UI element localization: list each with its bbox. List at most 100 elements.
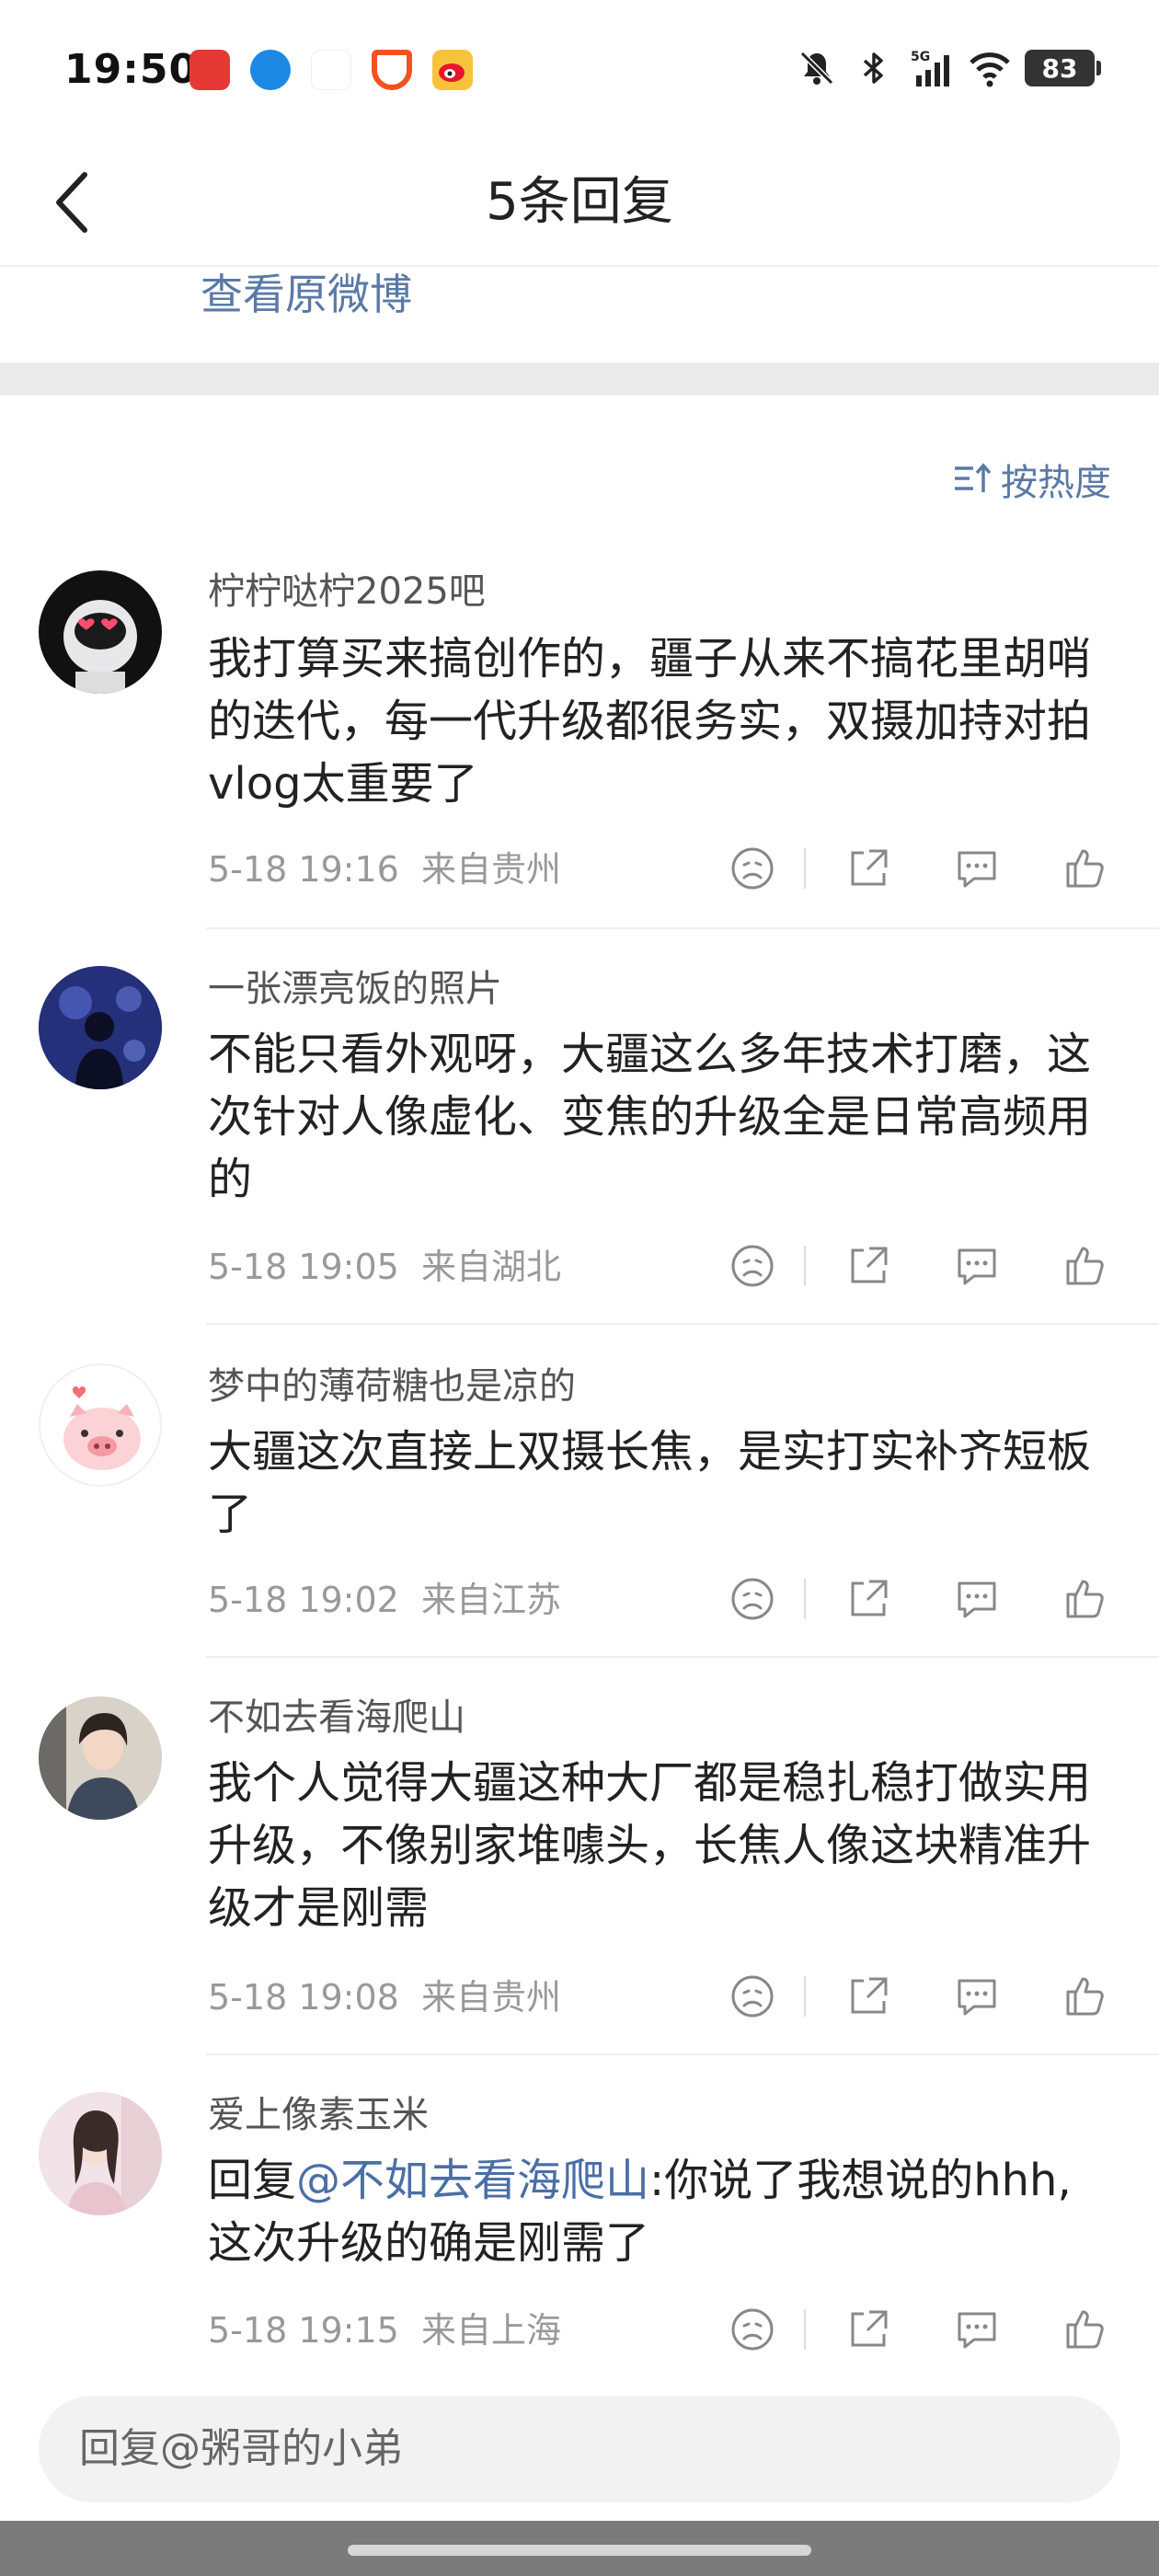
action-separator [804,1246,806,1286]
frown-face-icon [731,1975,774,2018]
thumbs-up-icon [1066,1580,1104,1618]
comment-text: 不能只看外观呀，大疆这么多年技术打磨，这次针对人像虚化、变焦的升级全是日常高频用… [208,1029,1092,1205]
comment-username[interactable]: 柠柠哒柠2025吧 [208,569,486,615]
like-button[interactable] [1060,843,1111,894]
share-button[interactable] [843,2304,894,2355]
comment-bubble-icon [958,1248,996,1285]
reply-input[interactable]: 回复@粥哥的小弟 [39,2396,1120,2502]
like-button[interactable] [1060,1573,1111,1625]
share-icon [851,849,888,886]
sort-icon [955,463,992,492]
thumbs-up-icon [1066,2310,1104,2349]
status-bar: 19:50 5G 83 [0,0,1159,138]
dislike-button[interactable] [727,843,778,894]
comment-text: 回复@不如去看海爬山:你说了我想说的hhh,这次升级的确是刚需了 [208,2149,1109,2274]
reply-prefix: 回复 [208,2155,297,2206]
comment-actions [727,1573,1111,1625]
share-button[interactable] [843,1573,894,1625]
frown-face-icon [731,1578,774,1620]
frown-face-icon [731,847,774,890]
like-button[interactable] [1060,1240,1111,1292]
comment-username[interactable]: 不如去看海爬山 [208,1695,465,1741]
svg-text:5G: 5G [911,50,930,64]
comment-actions [727,843,1111,894]
comment-divider [206,927,1159,929]
avatar[interactable] [39,1696,162,1820]
wifi-icon [968,48,1010,88]
comment-bubble-icon [958,1979,996,2016]
comment-location: 来自湖北 [421,1247,562,1287]
avatar[interactable] [39,966,162,1089]
battery-indicator: 83 [1025,50,1101,86]
app-blue-icon [250,50,291,90]
5g-signal-icon: 5G [911,48,951,88]
thumbs-up-icon [1066,849,1104,888]
comment-username[interactable]: 爱上像素玉米 [208,2092,429,2138]
mention-link[interactable]: @不如去看海爬山 [296,2155,649,2206]
comment-time: 5-18 19:05 [208,1247,399,1287]
comment-bubble-icon [958,1581,996,1618]
comment-divider [206,2053,1159,2055]
share-button[interactable] [843,1971,894,2022]
avatar[interactable] [39,2092,162,2215]
comment-button[interactable] [951,1240,1003,1292]
like-button[interactable] [1060,2304,1111,2355]
comment-button[interactable] [951,1573,1003,1625]
share-icon [851,1580,888,1616]
comment-bubble-icon [958,851,996,888]
comment-meta: 5-18 19:15 来自上海 [208,2307,561,2353]
comment-username[interactable]: 梦中的薄荷糖也是凉的 [208,1363,576,1409]
reply-placeholder: 回复@粥哥的小弟 [79,2425,403,2472]
comment-location: 来自贵州 [421,1977,562,2018]
comment-text: 我个人觉得大疆这种大厂都是稳扎稳打做实用升级，不像别家堆噱头，长焦人像这块精准升… [208,1757,1092,1934]
comment-divider [206,1656,1159,1658]
thumbs-up-icon [1066,1247,1104,1285]
comment-text: 大疆这次直接上双摄长焦，是实打实补齐短板了 [208,1426,1092,1540]
bluetooth-icon [854,48,894,88]
app-white-icon [311,50,351,90]
comment-username[interactable]: 一张漂亮饭的照片 [208,966,502,1012]
comment-button[interactable] [951,1971,1003,2022]
comment-location: 来自江苏 [421,1580,562,1620]
comment-button[interactable] [951,2304,1003,2355]
action-separator [804,848,806,889]
frown-face-icon [731,2308,774,2351]
nav-bar: 5条回复 [0,138,1159,267]
action-separator [804,2309,806,2350]
comment-actions [727,1240,1111,1292]
share-icon [851,1247,888,1283]
notification-icons [189,50,473,90]
share-button[interactable] [843,843,894,894]
sort-button[interactable]: 按热度 [953,453,1111,506]
like-button[interactable] [1060,1971,1111,2022]
share-icon [851,2310,888,2347]
view-original-link[interactable]: 查看原微博 [201,267,412,322]
comment-divider [206,1323,1159,1325]
comment-actions [727,1971,1111,2022]
comment-meta: 5-18 19:02 来自江苏 [208,1577,561,1623]
page-title: 5条回复 [486,172,673,232]
action-separator [804,1976,806,2017]
dislike-button[interactable] [727,1240,778,1292]
comment-text: 我打算买来搞创作的，疆子从来不搞花里胡哨的迭代，每一代升级都很务实，双摄加持对拍… [208,633,1092,810]
system-icons: 5G 83 [797,48,1101,88]
thumbs-up-icon [1066,1977,1104,2016]
avatar[interactable] [39,1363,162,1487]
weibo-icon [432,50,473,90]
comment-bubble-icon [958,2312,996,2349]
share-button[interactable] [843,1240,894,1292]
avatar[interactable] [39,570,162,694]
comment-location: 来自上海 [421,2310,562,2351]
dislike-button[interactable] [727,1573,778,1625]
comment-button[interactable] [951,843,1003,894]
sort-label: 按热度 [1001,462,1111,504]
gesture-handle[interactable] [348,2545,811,2556]
comment-location: 来自贵州 [421,849,562,890]
dislike-button[interactable] [727,1971,778,2022]
comment-time: 5-18 19:02 [208,1580,399,1620]
status-time: 19:50 [64,46,199,93]
comment-actions [727,2304,1111,2355]
app-orange-icon [372,50,412,90]
share-icon [851,1977,888,2014]
dislike-button[interactable] [727,2304,778,2355]
